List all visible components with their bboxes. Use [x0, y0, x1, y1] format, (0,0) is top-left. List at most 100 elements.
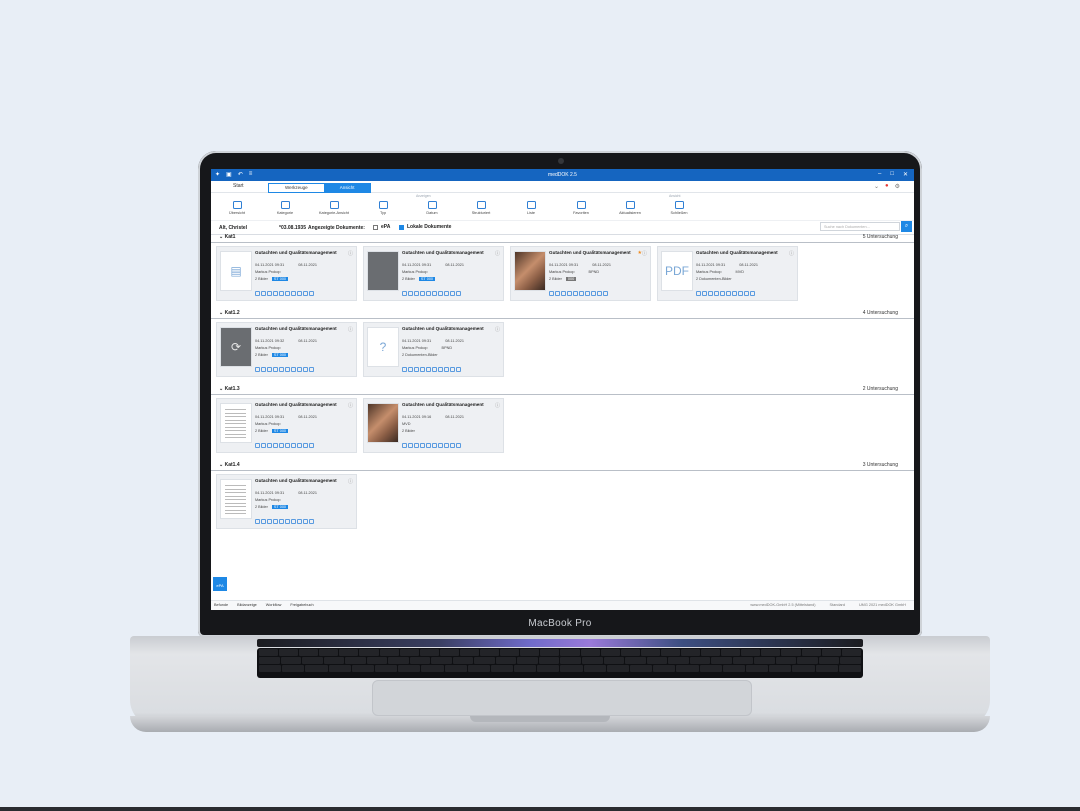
card-action-icon[interactable]	[297, 291, 302, 296]
info-icon[interactable]: ⓘ	[348, 326, 353, 333]
card-action-icon[interactable]	[303, 367, 308, 372]
card-action-icon[interactable]	[738, 291, 743, 296]
card-action-icon[interactable]	[414, 367, 419, 372]
card-action-icon[interactable]	[255, 291, 260, 296]
document-thumbnail[interactable]: ⟳	[220, 327, 252, 367]
document-thumbnail[interactable]	[514, 251, 546, 291]
info-icon[interactable]: ⓘ	[348, 250, 353, 257]
minimize-icon[interactable]: –	[878, 171, 881, 178]
card-action-icon[interactable]	[696, 291, 701, 296]
card-action-icon[interactable]	[585, 291, 590, 296]
ribbon-button-datum[interactable]: Datum	[412, 201, 452, 215]
collapse-ribbon-icon[interactable]: ⌄	[874, 183, 879, 190]
info-icon[interactable]: ⓘ	[642, 250, 647, 257]
card-action-icon[interactable]	[456, 443, 461, 448]
card-action-icon[interactable]	[291, 519, 296, 524]
card-action-icon[interactable]	[285, 443, 290, 448]
card-action-icon[interactable]	[567, 291, 572, 296]
card-action-icon[interactable]	[414, 443, 419, 448]
ribbon-button-strukturiert[interactable]: Strukturiert	[461, 201, 501, 215]
search-input[interactable]: Suche nach Dokumenten...	[820, 222, 900, 231]
card-action-icon[interactable]	[279, 367, 284, 372]
info-icon[interactable]: ⓘ	[348, 402, 353, 409]
card-action-icon[interactable]	[267, 291, 272, 296]
card-action-icon[interactable]	[450, 291, 455, 296]
card-action-icon[interactable]	[438, 443, 443, 448]
card-action-icon[interactable]	[549, 291, 554, 296]
card-action-icon[interactable]	[273, 291, 278, 296]
card-action-icon[interactable]	[261, 519, 266, 524]
card-action-icon[interactable]	[402, 291, 407, 296]
card-action-icon[interactable]	[438, 367, 443, 372]
tab-start[interactable]: Start	[233, 183, 244, 189]
document-card[interactable]: Gutachten und Qualitätsmanagement ⓘ 04.11.…	[363, 246, 504, 301]
ribbon-button-typ[interactable]: Typ	[363, 201, 403, 215]
card-action-icon[interactable]	[291, 367, 296, 372]
card-action-icon[interactable]	[309, 291, 314, 296]
document-thumbnail[interactable]: ?	[367, 327, 399, 367]
card-action-icon[interactable]	[426, 291, 431, 296]
local-docs-checkbox[interactable]: Lokale Dokumente	[399, 224, 451, 230]
card-action-icon[interactable]	[402, 443, 407, 448]
card-action-icon[interactable]	[291, 443, 296, 448]
card-action-icon[interactable]	[432, 367, 437, 372]
card-action-icon[interactable]	[255, 519, 260, 524]
card-action-icon[interactable]	[744, 291, 749, 296]
document-card[interactable]: ? Gutachten und Qualitätsmanagement ⓘ 04.11…	[363, 322, 504, 377]
card-action-icon[interactable]	[708, 291, 713, 296]
card-action-icon[interactable]	[420, 443, 425, 448]
card-action-icon[interactable]	[279, 291, 284, 296]
card-action-icon[interactable]	[720, 291, 725, 296]
card-action-icon[interactable]	[297, 519, 302, 524]
card-action-icon[interactable]	[444, 367, 449, 372]
favorite-star-icon[interactable]: ★	[638, 250, 642, 256]
card-action-icon[interactable]	[726, 291, 731, 296]
card-action-icon[interactable]	[261, 367, 266, 372]
card-action-icon[interactable]	[579, 291, 584, 296]
card-action-icon[interactable]	[273, 519, 278, 524]
card-action-icon[interactable]	[261, 291, 266, 296]
card-action-icon[interactable]	[291, 291, 296, 296]
document-thumbnail[interactable]: ▤	[220, 251, 252, 291]
card-action-icon[interactable]	[255, 367, 260, 372]
ribbon-button-schliessen[interactable]: Schließen	[659, 201, 699, 215]
document-card[interactable]: Gutachten und Qualitätsmanagement ⓘ 04.11.…	[363, 398, 504, 453]
document-thumbnail[interactable]: PDF	[661, 251, 693, 291]
card-action-icon[interactable]	[456, 367, 461, 372]
card-action-icon[interactable]	[279, 519, 284, 524]
card-action-icon[interactable]	[420, 291, 425, 296]
card-action-icon[interactable]	[267, 367, 272, 372]
card-action-icon[interactable]	[309, 367, 314, 372]
notification-icon[interactable]: ●	[885, 183, 889, 190]
ribbon-button-liste[interactable]: Liste	[511, 201, 551, 215]
card-action-icon[interactable]	[255, 443, 260, 448]
card-action-icon[interactable]	[303, 443, 308, 448]
card-action-icon[interactable]	[279, 443, 284, 448]
card-action-icon[interactable]	[432, 443, 437, 448]
card-action-icon[interactable]	[750, 291, 755, 296]
search-icon[interactable]: ⌕	[901, 221, 912, 232]
ribbon-button-uebersicht[interactable]: Übersicht	[217, 201, 257, 215]
card-action-icon[interactable]	[714, 291, 719, 296]
status-freigabebuch[interactable]: Freigabebuch	[290, 603, 313, 607]
status-workflow[interactable]: Workflow	[266, 603, 282, 607]
card-action-icon[interactable]	[597, 291, 602, 296]
ribbon-button-kategorie-ansicht[interactable]: Kategorie-Ansicht	[314, 201, 354, 215]
card-action-icon[interactable]	[426, 443, 431, 448]
card-action-icon[interactable]	[297, 443, 302, 448]
epa-badge[interactable]: ePA	[213, 577, 227, 591]
document-card[interactable]: Gutachten und Qualitätsmanagement ⓘ ★ 04.11…	[510, 246, 651, 301]
card-action-icon[interactable]	[261, 443, 266, 448]
maximize-icon[interactable]: □	[890, 171, 894, 178]
category-header[interactable]: ⌄ Kat1 5 Untersuchung	[211, 233, 914, 243]
card-action-icon[interactable]	[267, 519, 272, 524]
card-action-icon[interactable]	[573, 291, 578, 296]
card-action-icon[interactable]	[561, 291, 566, 296]
document-thumbnail[interactable]	[220, 403, 252, 443]
card-action-icon[interactable]	[285, 367, 290, 372]
close-icon[interactable]: ✕	[903, 171, 908, 178]
card-action-icon[interactable]	[408, 291, 413, 296]
card-action-icon[interactable]	[555, 291, 560, 296]
card-action-icon[interactable]	[408, 443, 413, 448]
card-action-icon[interactable]	[414, 291, 419, 296]
